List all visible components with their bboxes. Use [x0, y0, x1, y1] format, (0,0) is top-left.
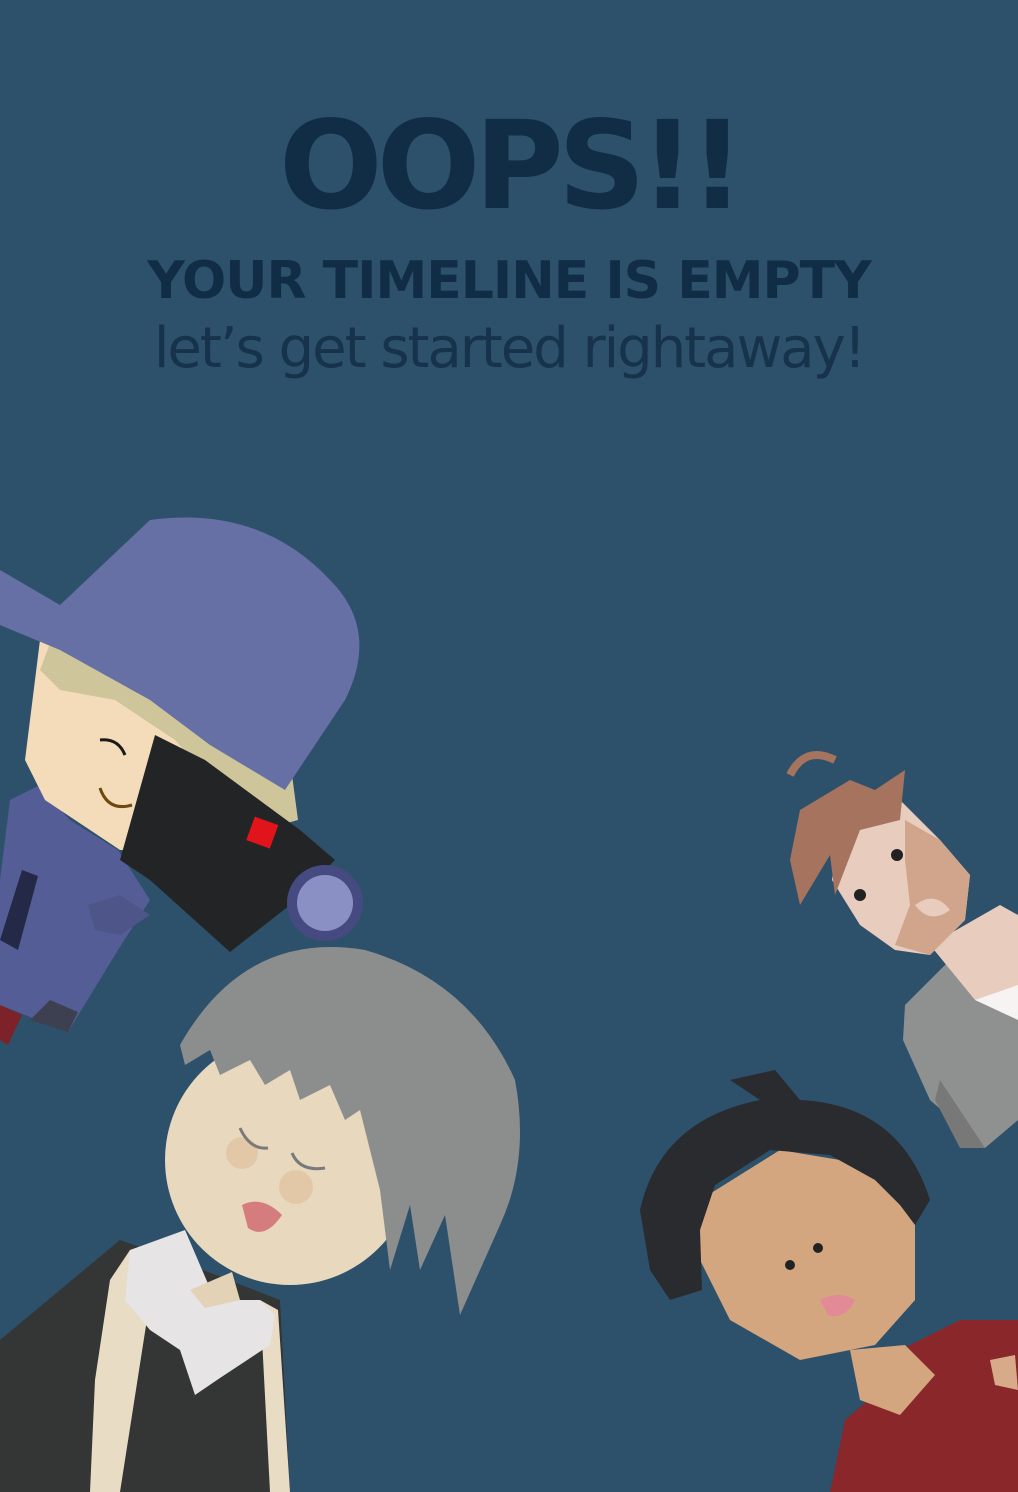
bearded-character	[786, 751, 1018, 1148]
empty-timeline-screen: OOPS!! YOUR TIMELINE IS EMPTY let’s get …	[0, 0, 1018, 1492]
characters-illustration	[0, 517, 1018, 1492]
gray-haired-character	[0, 947, 520, 1492]
